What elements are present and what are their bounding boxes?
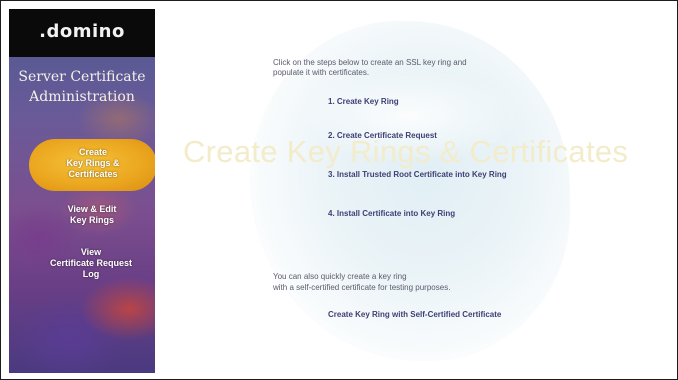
nav-label-line: Log [82,269,100,279]
nav-view-certificate-request-log[interactable]: View Certificate Request Log [27,247,155,280]
nav-view-edit-key-rings[interactable]: View & Edit Key Rings [39,204,145,226]
step-create-certificate-request-link[interactable]: 2. Create Certificate Request [328,131,437,140]
nav-label-line: Key Rings & [66,158,120,168]
step-install-certificate-link[interactable]: 4. Install Certificate into Key Ring [328,209,455,218]
nav-label-line: View [80,247,102,257]
sidebar-title-line1: Server Certificate [18,69,146,85]
step-create-key-ring-link[interactable]: 1. Create Key Ring [328,97,399,106]
main-content: Create Key Rings & Certificates Click on… [155,1,677,379]
sidebar-title: Server Certificate Administration [9,67,155,107]
intro-line2: populate it with certificates. [273,68,370,77]
step-install-trusted-root-link[interactable]: 3. Install Trusted Root Certificate into… [328,170,507,179]
self-certified-text: You can also quickly create a key ring w… [273,271,593,293]
nav-create-key-rings[interactable]: Create Key Rings & Certificates [45,147,141,180]
intro-text: Click on the steps below to create an SS… [273,58,573,78]
self-certified-key-ring-link[interactable]: Create Key Ring with Self-Certified Cert… [328,310,501,319]
nav-label-line: View & Edit [67,204,117,214]
intro-line1: Click on the steps below to create an SS… [273,58,467,67]
also-line1: You can also quickly create a key ring [273,272,407,281]
window-frame: .domino Server Certificate Administratio… [0,0,678,380]
also-line2: with a self-certified certificate for te… [273,283,451,292]
nav-label-line: Key Rings [69,215,114,225]
sidebar: .domino Server Certificate Administratio… [9,9,155,373]
nav-label-line: Certificate Request [49,258,133,268]
nav-label-line: Certificates [68,169,118,179]
sidebar-title-line2: Administration [29,89,135,105]
nav-label-line: Create [78,147,107,157]
logo-bar: .domino [9,9,155,57]
domino-logo: .domino [39,21,125,42]
